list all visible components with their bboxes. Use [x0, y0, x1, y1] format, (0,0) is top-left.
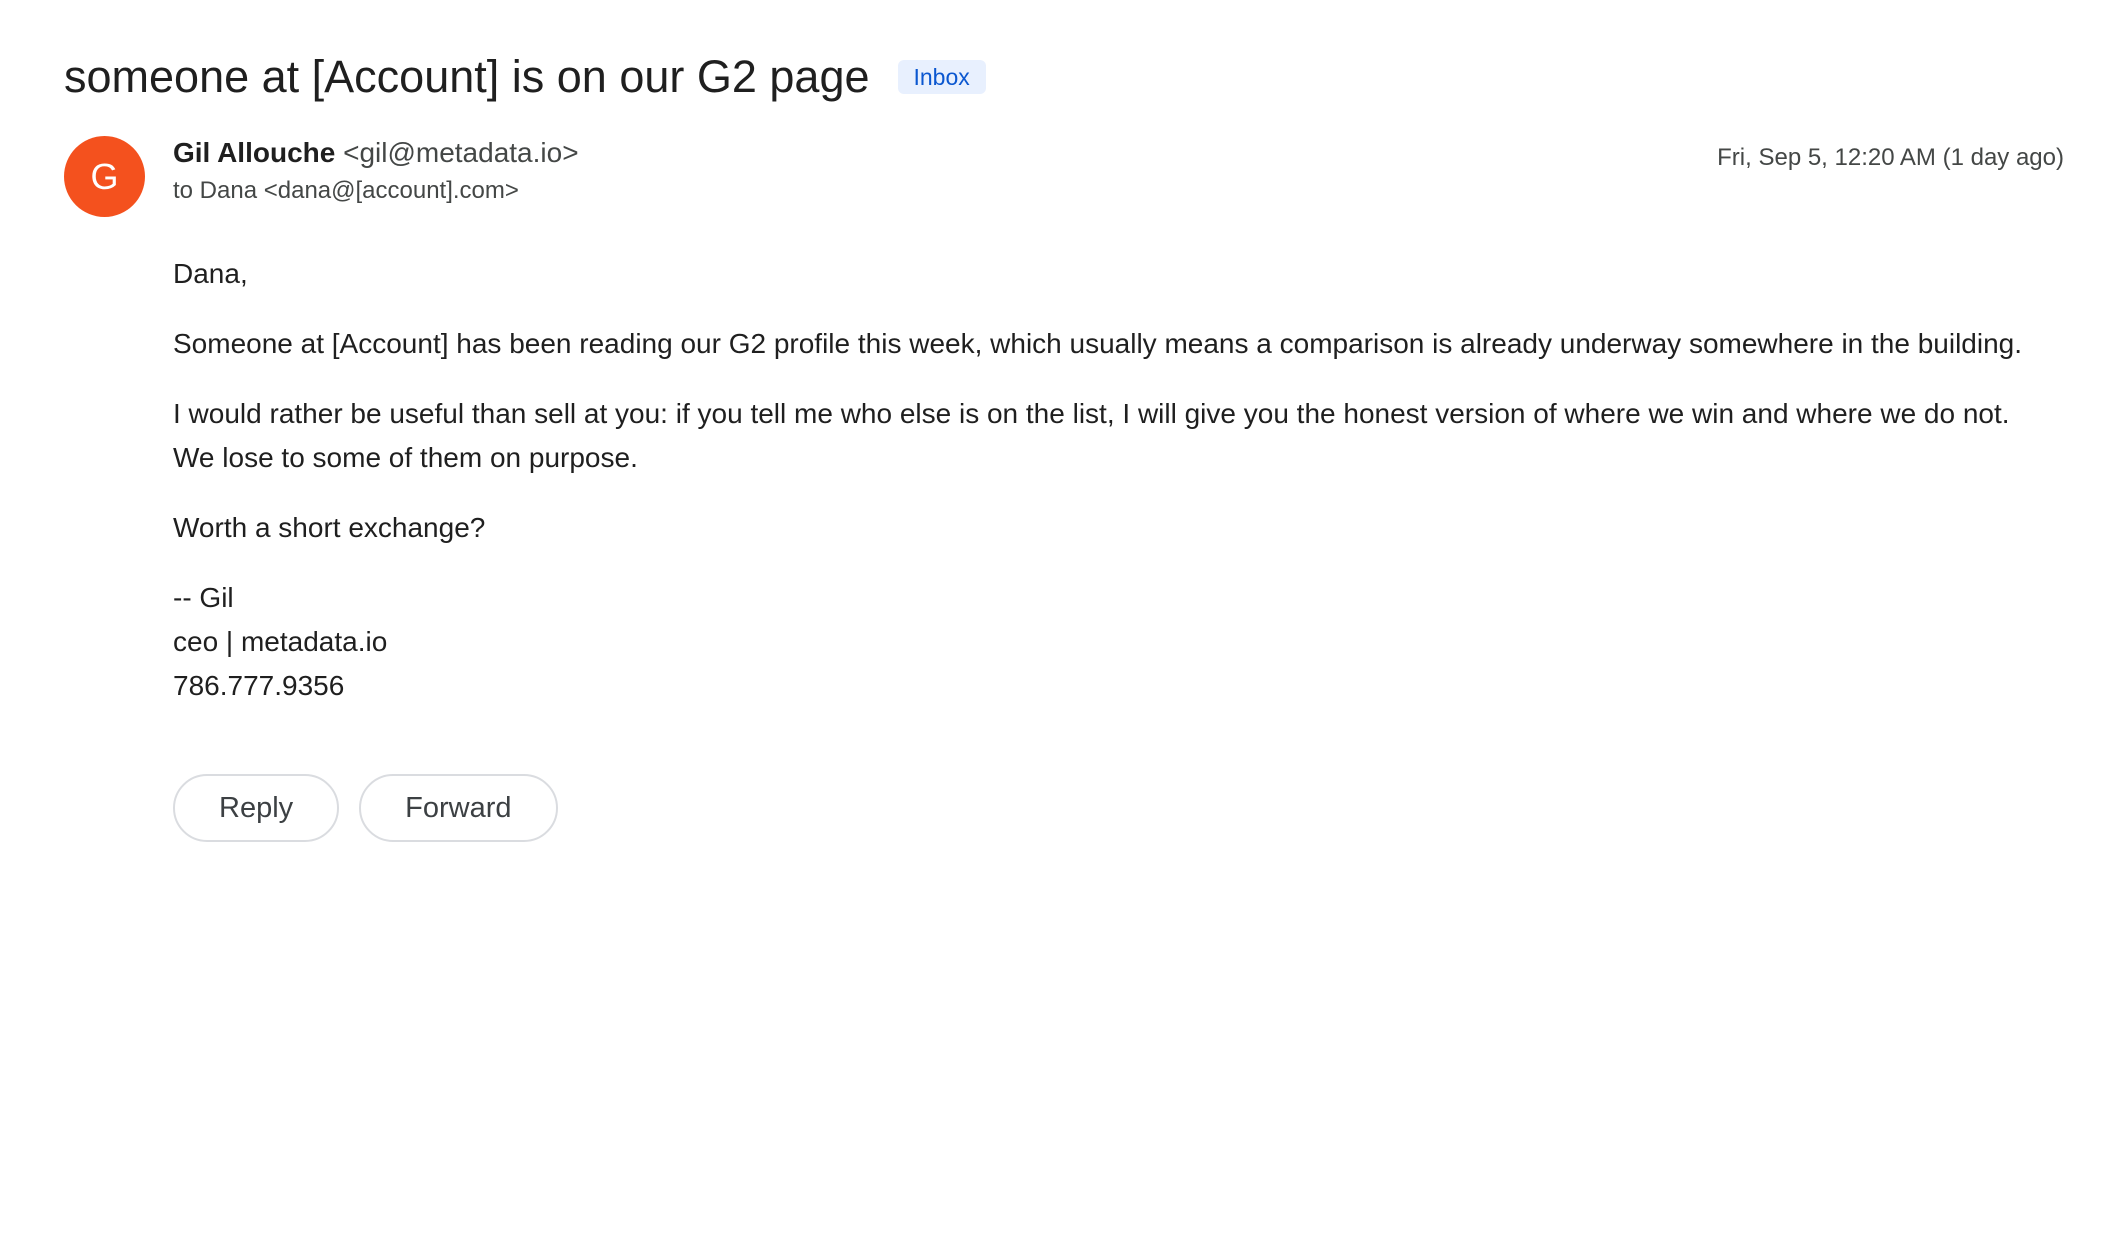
email-subject: someone at [Account] is on our G2 page	[64, 51, 870, 102]
email-view: someone at [Account] is on our G2 page I…	[64, 0, 2064, 1240]
forward-button[interactable]: Forward	[359, 774, 558, 842]
body-paragraph: Worth a short exchange?	[173, 512, 486, 543]
recipient-line: to Dana <dana@[account].com>	[173, 177, 519, 204]
sender-line: Gil Allouche <gil@metadata.io>	[173, 132, 579, 174]
sender-name[interactable]: Gil Allouche	[173, 137, 335, 168]
signature-line: -- Gil	[173, 582, 234, 613]
body-paragraph: Someone at [Account] has been reading ou…	[173, 328, 2023, 359]
body-paragraph: I would rather be useful than sell at yo…	[173, 398, 2010, 473]
inbox-label-chip[interactable]: Inbox	[897, 60, 986, 94]
sender-email: <gil@metadata.io>	[343, 137, 579, 168]
email-signature: -- Gil ceo | metadata.io 786.777.9356	[173, 576, 2053, 708]
sender-block: Gil Allouche <gil@metadata.io> to Dana <…	[173, 132, 579, 208]
reply-button[interactable]: Reply	[173, 774, 340, 842]
signature-line: ceo | metadata.io	[173, 626, 388, 657]
subject-row: someone at [Account] is on our G2 page I…	[64, 44, 986, 110]
signature-phone: 786.777.9356	[173, 670, 345, 701]
sender-avatar[interactable]: G	[64, 136, 145, 217]
email-timestamp: Fri, Sep 5, 12:20 AM (1 day ago)	[1717, 144, 2064, 171]
email-body: Dana, Someone at [Account] has been read…	[173, 252, 2053, 708]
email-actions: Reply Forward	[173, 774, 558, 842]
body-greeting: Dana,	[173, 258, 248, 289]
